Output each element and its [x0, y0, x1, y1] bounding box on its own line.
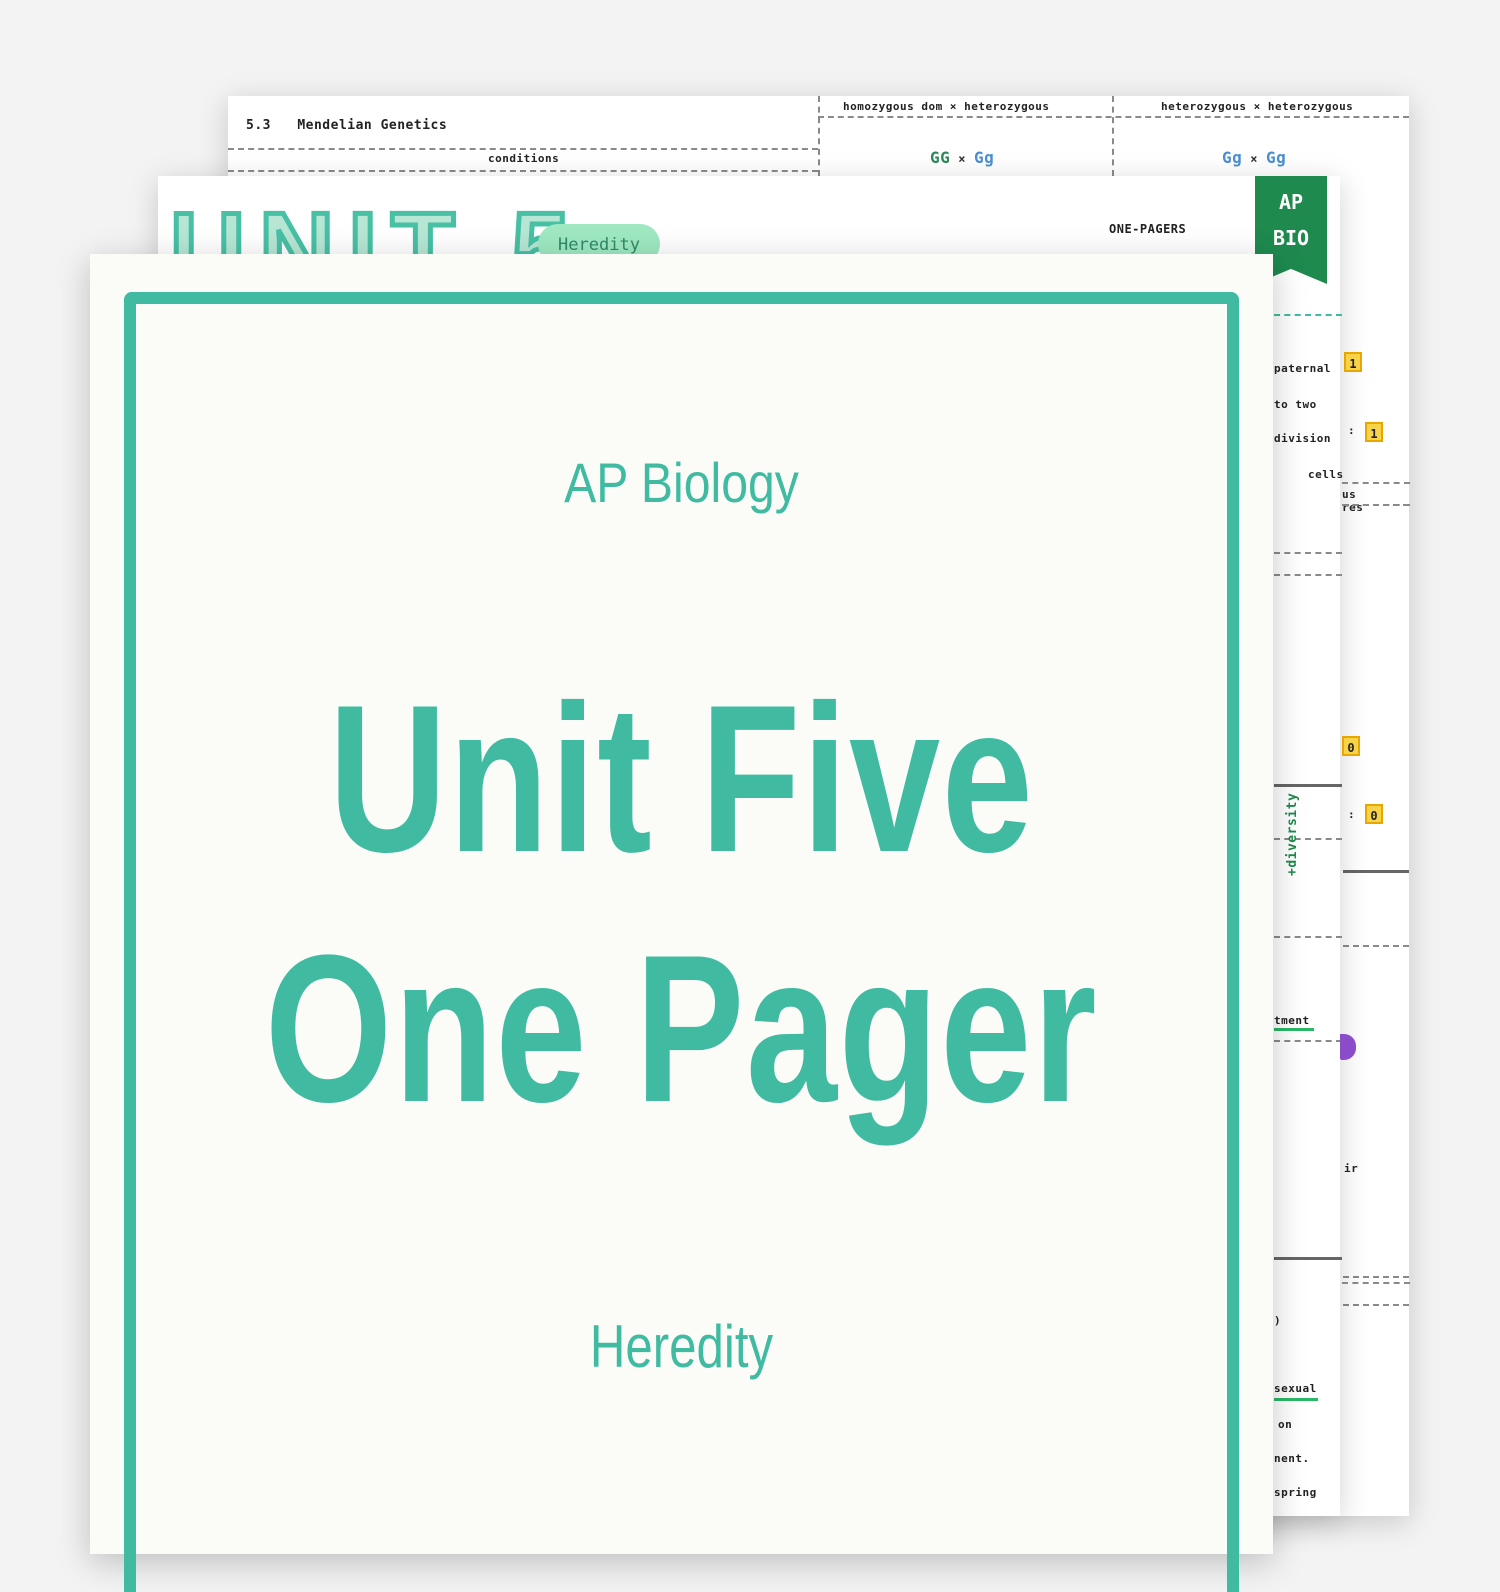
punnett-cross-1: GG × Gg: [930, 148, 994, 167]
text-fragment: cells: [1308, 468, 1344, 481]
text-fragment: on: [1278, 1418, 1293, 1431]
divider: [818, 96, 820, 176]
cross-symbol: ×: [958, 152, 966, 166]
text-fragment: paternal: [1274, 362, 1331, 375]
divider: [1112, 96, 1114, 176]
divider: [1343, 1304, 1409, 1306]
genotype: Gg: [1266, 148, 1287, 167]
category-label: ONE-PAGERS: [1109, 222, 1187, 236]
text-fragment: :: [1348, 808, 1356, 821]
divider: [1274, 314, 1342, 316]
cross-header-2: heterozygous × heterozygous: [1161, 100, 1354, 113]
divider: [1274, 1040, 1342, 1042]
course-name: AP Biology: [564, 451, 799, 514]
underline: [1274, 1028, 1314, 1031]
cover-title: Unit Five One Pager: [220, 654, 1143, 1154]
divider: [1343, 1276, 1409, 1278]
divider: [1274, 552, 1342, 554]
divider: [1342, 1282, 1410, 1284]
section-number: 5.3: [246, 118, 271, 133]
text-fragment: ): [1274, 1314, 1282, 1327]
cross-header-1: homozygous dom × heterozygous: [843, 100, 1050, 113]
section-heading: 5.3 Mendelian Genetics: [246, 118, 465, 133]
divider: [1274, 936, 1342, 938]
text-fragment: to two: [1274, 398, 1317, 411]
rule-line: [1274, 1257, 1342, 1260]
highlight-box: 0: [1365, 804, 1383, 824]
divider: [228, 170, 818, 172]
genotype: Gg: [974, 148, 995, 167]
divider: [228, 148, 818, 150]
divider: [1342, 482, 1410, 484]
punnett-cross-2: Gg × Gg: [1222, 148, 1286, 167]
section-title: Mendelian Genetics: [297, 118, 448, 133]
conditions-label: conditions: [488, 152, 560, 165]
text-fragment: spring: [1274, 1486, 1317, 1499]
diversity-note: +diversity: [1285, 792, 1300, 876]
cover-page: AP Biology Unit Five One Pager Heredity: [90, 254, 1273, 1592]
cross-symbol: ×: [1250, 152, 1258, 166]
text-fragment: nent.: [1274, 1452, 1310, 1465]
text-fragment: us res: [1342, 488, 1364, 514]
divider: [1274, 574, 1342, 576]
cover-subtitle: Heredity: [589, 1313, 774, 1380]
rule-line: [1343, 870, 1409, 873]
ribbon-line-1: AP: [1278, 190, 1304, 214]
text-fragment: division: [1274, 432, 1331, 445]
genotype: Gg: [1222, 148, 1243, 167]
divider: [818, 116, 1409, 118]
title-line-1: Unit Five: [328, 661, 1035, 896]
text-fragment: ir: [1344, 1162, 1359, 1175]
highlight-box: 0: [1342, 736, 1360, 756]
title-line-2: One Pager: [264, 911, 1099, 1146]
text-fragment: tment: [1274, 1014, 1310, 1027]
highlight-box: 1: [1365, 422, 1383, 442]
text-fragment: :: [1348, 424, 1356, 437]
underline: [1274, 1398, 1318, 1401]
highlight-box: 1: [1344, 352, 1362, 372]
divider: [1343, 945, 1409, 947]
divider: [1342, 504, 1410, 506]
text-fragment: sexual: [1274, 1382, 1317, 1395]
rule-line: [1274, 784, 1342, 787]
ribbon-line-2: BIO: [1272, 226, 1310, 250]
genotype: GG: [930, 148, 951, 167]
